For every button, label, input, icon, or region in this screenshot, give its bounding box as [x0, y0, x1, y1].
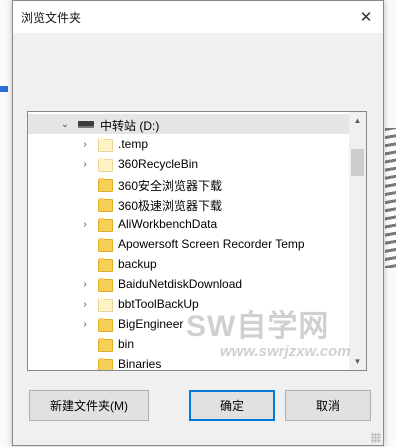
scroll-down-button[interactable]: ▼ [349, 353, 366, 370]
folder-tree-rows: ⌄ 中转站 (D:) › .temp › 360RecycleBin 360安全浏览器下… [28, 112, 349, 370]
tree-folder-item[interactable]: 360安全浏览器下载 [28, 174, 349, 194]
folder-icon [98, 218, 113, 232]
chevron-right-icon[interactable]: › [80, 319, 90, 330]
tree-folder-item[interactable]: Apowersoft Screen Recorder Temp [28, 234, 349, 254]
folder-label: Apowersoft Screen Recorder Temp [118, 237, 305, 251]
folder-icon [98, 298, 113, 312]
resize-grip[interactable] [371, 433, 381, 443]
browse-folder-dialog: 浏览文件夹 ✕ ⌄ 中转站 (D:) › .temp › 360RecycleBin 3… [12, 0, 384, 446]
folder-label: 360极速浏览器下载 [118, 199, 223, 213]
tree-folder-item[interactable]: › BaiduNetdiskDownload [28, 274, 349, 294]
tree-root-drive[interactable]: ⌄ 中转站 (D:) [28, 114, 349, 134]
folder-icon [98, 178, 113, 192]
drive-icon [78, 121, 94, 128]
tree-folder-item[interactable]: bin [28, 334, 349, 354]
tree-folder-item[interactable]: Binaries [28, 354, 349, 371]
chevron-right-icon[interactable]: › [80, 139, 90, 150]
chevron-right-icon[interactable]: › [80, 219, 90, 230]
folder-label: Binaries [118, 357, 162, 371]
folder-icon [98, 138, 113, 152]
new-folder-button[interactable]: 新建文件夹(M) [29, 390, 149, 421]
folder-label: bbtToolBackUp [118, 297, 199, 311]
tree-folder-item[interactable]: › 360RecycleBin [28, 154, 349, 174]
scroll-up-icon: ▲ [353, 116, 362, 125]
folder-icon [98, 358, 113, 370]
tree-folder-item[interactable]: › bbtToolBackUp [28, 294, 349, 314]
ok-button[interactable]: 确定 [189, 390, 275, 421]
folder-icon [98, 278, 113, 292]
title-bar: 浏览文件夹 ✕ [13, 1, 383, 33]
dialog-title: 浏览文件夹 [21, 11, 82, 25]
folder-label: .temp [118, 137, 149, 151]
folder-label: 360RecycleBin [118, 157, 199, 171]
tree-root-label: 中转站 (D:) [100, 119, 160, 133]
close-button[interactable]: ✕ [353, 5, 379, 29]
tree-folder-item[interactable]: › BigEngineer [28, 314, 349, 334]
folder-label: BigEngineer [118, 317, 184, 331]
folder-icon [98, 338, 113, 352]
folder-icon [98, 238, 113, 252]
chevron-right-icon[interactable]: › [80, 159, 90, 170]
tree-folder-item[interactable]: 360极速浏览器下载 [28, 194, 349, 214]
folder-label: 360安全浏览器下载 [118, 179, 223, 193]
folder-icon [98, 318, 113, 332]
background-artwork [385, 128, 396, 268]
scroll-down-icon: ▼ [353, 357, 362, 366]
background-accent-stripe [0, 86, 8, 92]
folder-tree[interactable]: ⌄ 中转站 (D:) › .temp › 360RecycleBin 360安全浏览器下… [27, 111, 367, 371]
close-icon: ✕ [359, 9, 373, 26]
background-app-right [383, 0, 396, 447]
chevron-down-icon[interactable]: ⌄ [60, 119, 70, 130]
folder-icon [98, 198, 113, 212]
chevron-right-icon[interactable]: › [80, 299, 90, 310]
folder-label: BaiduNetdiskDownload [118, 277, 243, 291]
folder-icon [98, 158, 113, 172]
tree-folder-item[interactable]: › .temp [28, 134, 349, 154]
scrollbar-thumb[interactable] [351, 149, 364, 176]
folder-label: AliWorkbenchData [118, 217, 218, 231]
vertical-scrollbar[interactable]: ▲ ▼ [349, 112, 366, 370]
scroll-up-button[interactable]: ▲ [349, 112, 366, 129]
tree-folder-item[interactable]: backup [28, 254, 349, 274]
folder-label: backup [118, 257, 157, 271]
cancel-button[interactable]: 取消 [285, 390, 371, 421]
folder-label: bin [118, 337, 135, 351]
folder-icon [98, 258, 113, 272]
tree-folder-item[interactable]: › AliWorkbenchData [28, 214, 349, 234]
chevron-right-icon[interactable]: › [80, 279, 90, 290]
